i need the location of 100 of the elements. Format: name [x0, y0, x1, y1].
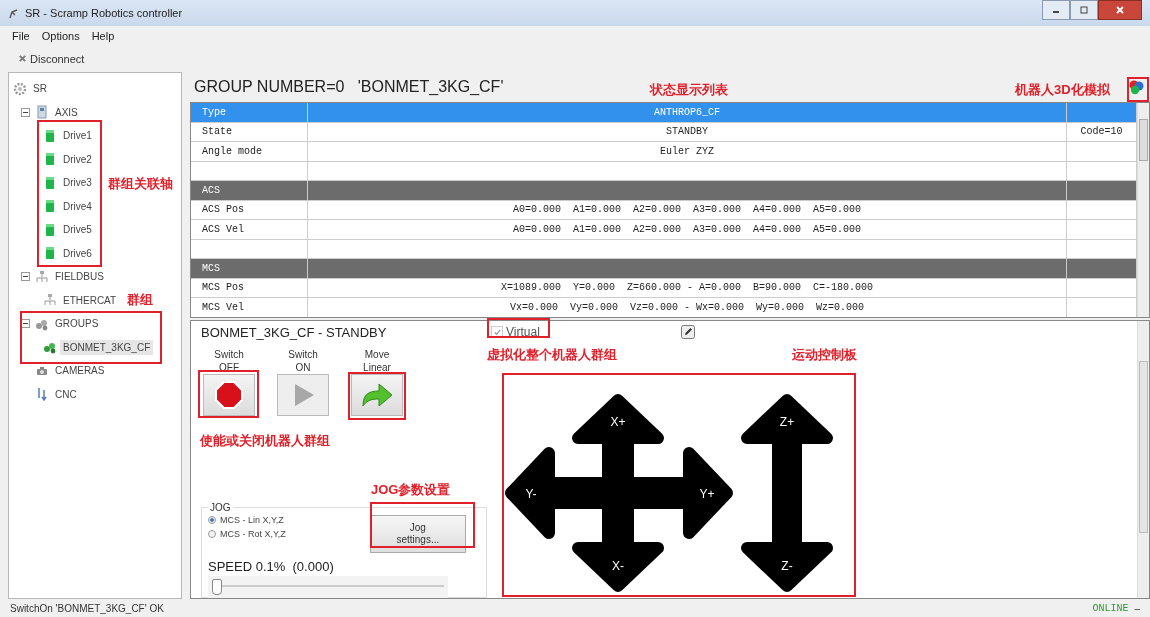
- annotation-label: 使能或关闭机器人群组: [200, 432, 330, 450]
- robot-icon: [43, 340, 57, 355]
- tree-item[interactable]: Drive6: [60, 245, 95, 261]
- menu-item[interactable]: Options: [41, 29, 80, 42]
- table-row[interactable]: MCS: [191, 259, 1137, 279]
- expander-icon[interactable]: [21, 107, 30, 117]
- tree-item[interactable]: Drive1: [60, 128, 95, 144]
- jog-settings-button[interactable]: Jog settings...: [369, 515, 466, 553]
- drive-icon: [43, 222, 57, 237]
- jog-arrow-button[interactable]: Z-: [741, 542, 833, 592]
- row-label: State: [202, 126, 232, 138]
- table-row[interactable]: ACS Vel A0=0.000 A1=0.000 A2=0.000 A3=0.000 A4=0.000 A5=0.000: [191, 220, 1137, 240]
- action-button[interactable]: [351, 374, 403, 416]
- row-value: A0=0.000 A1=0.000 A2=0.000 A3=0.000 A4=0.000 A5=0.000: [512, 204, 862, 216]
- tree-item[interactable]: Drive4: [60, 198, 95, 214]
- table-row[interactable]: State STANDBY Code=10: [191, 122, 1137, 142]
- action-label: Move Linear: [362, 348, 392, 374]
- tree-item[interactable]: Drive3: [60, 175, 95, 191]
- stop-icon: [214, 380, 244, 410]
- highlight-frame: [198, 370, 259, 418]
- maximize-icon: [1079, 5, 1089, 15]
- row-label: Type: [202, 106, 226, 118]
- jog-arrow-button[interactable]: Y+: [683, 447, 733, 539]
- scrollbar[interactable]: [1137, 103, 1149, 317]
- radio-option[interactable]: MCS - Lin X,Y,Z: [208, 515, 286, 525]
- virtual-checkbox[interactable]: Virtual: [491, 325, 544, 339]
- checkmark-icon: [492, 327, 502, 337]
- speed-slider[interactable]: [208, 576, 448, 598]
- row-value: X=1089.000 Y=0.000 Z=660.000 - A=0.000 B=90.000 C=-180.000: [500, 282, 874, 294]
- drive-icon: [43, 175, 57, 190]
- row-code: Code=10: [1080, 126, 1123, 138]
- scrollbar[interactable]: [1137, 321, 1149, 598]
- menu-item[interactable]: File: [12, 29, 30, 42]
- drive-icon: [43, 152, 57, 167]
- row-value: A0=0.000 A1=0.000 A2=0.000 A3=0.000 A4=0.000 A5=0.000: [512, 223, 862, 235]
- row-label: MCS Vel: [202, 301, 244, 313]
- group-legend: JOG: [208, 502, 233, 513]
- drive-icon: [43, 199, 57, 214]
- annotation-label: 群组关联轴: [108, 175, 173, 193]
- table-row[interactable]: Angle mode Euler ZYZ: [191, 142, 1137, 162]
- tree-item[interactable]: AXIS: [52, 104, 81, 120]
- jog-arrow-button[interactable]: Y-: [505, 447, 555, 539]
- row-label: MCS Pos: [202, 282, 244, 294]
- spheres-icon[interactable]: [1128, 79, 1144, 95]
- connection-status: ONLINE: [1092, 602, 1129, 614]
- row-label: Angle mode: [202, 145, 262, 157]
- status-indicator: –: [1134, 602, 1140, 614]
- status-message: SwitchOn 'BONMET_3KG_CF' OK: [10, 602, 164, 614]
- jog-arrow-button[interactable]: Z+: [741, 394, 833, 444]
- cnc-icon: [35, 387, 49, 402]
- annotation-label: 虚拟化整个机器人群组: [487, 346, 617, 364]
- table-row[interactable]: ACS Pos A0=0.000 A1=0.000 A2=0.000 A3=0.000 A4=0.000 A5=0.000: [191, 200, 1137, 220]
- panel-title: BONMET_3KG_CF - STANDBY: [201, 325, 388, 340]
- minimize-button[interactable]: [1042, 0, 1070, 20]
- drive-icon: [43, 246, 57, 261]
- network-icon: [43, 293, 57, 308]
- app-icon: [8, 7, 20, 19]
- row-label: ACS: [202, 184, 220, 196]
- network-icon: [35, 269, 49, 284]
- table-row[interactable]: ACS: [191, 181, 1137, 201]
- annotation-label: 群组: [127, 291, 153, 309]
- disconnect-button[interactable]: Disconnect: [14, 50, 89, 67]
- close-button[interactable]: [1098, 0, 1142, 20]
- table-row[interactable]: MCS Pos X=1089.000 Y=0.000 Z=660.000 - A=0.000 B=90.000 C=-180.000: [191, 278, 1137, 298]
- row-value: STANDBY: [666, 126, 708, 138]
- tree-item[interactable]: Drive2: [60, 151, 95, 167]
- speed-label: SPEED 0.1% (0.000): [208, 559, 335, 574]
- row-label: MCS: [202, 262, 220, 274]
- edit-icon[interactable]: [680, 325, 695, 339]
- highlight-frame: [487, 318, 550, 338]
- row-value: Vx=0.000 Vy=0.000 Vz=0.000 - Wx=0.000 Wy=0.000 Wz=0.000: [509, 301, 865, 313]
- gear-icon: [13, 81, 27, 96]
- expander-icon[interactable]: [21, 319, 30, 329]
- row-value: Euler ZYZ: [660, 145, 714, 157]
- device-icon: [35, 105, 49, 120]
- menu-item[interactable]: Help: [91, 29, 115, 42]
- annotation-label: 状态显示列表: [650, 81, 728, 99]
- highlight-frame: [1127, 77, 1149, 102]
- tree-item[interactable]: CNC: [52, 386, 80, 402]
- window-title: SR - Scramp Robotics controller: [25, 7, 183, 19]
- highlight-frame: [348, 372, 406, 420]
- close-icon: [1115, 5, 1125, 15]
- curved-arrow-icon: [359, 380, 395, 410]
- action-button[interactable]: [203, 374, 255, 416]
- row-label: ACS Pos: [202, 204, 244, 216]
- tree-item[interactable]: SR: [30, 81, 50, 97]
- annotation-label: JOG参数设置: [371, 481, 451, 499]
- jog-arrow-button[interactable]: X+: [572, 394, 664, 444]
- tree-item[interactable]: Drive5: [60, 222, 95, 238]
- jog-arrow-button[interactable]: X-: [572, 542, 664, 592]
- radio-option[interactable]: MCS - Rot X,Y,Z: [208, 529, 286, 539]
- tree-item[interactable]: FIELDBUS: [52, 269, 107, 285]
- tree-item[interactable]: CAMERAS: [52, 363, 108, 379]
- expander-icon[interactable]: [21, 272, 30, 282]
- tree-item[interactable]: GROUPS: [52, 316, 102, 332]
- row-label: ACS Vel: [202, 223, 244, 235]
- tree-item[interactable]: BONMET_3KG_CF: [60, 339, 154, 355]
- tree-item[interactable]: ETHERCAT: [60, 292, 120, 308]
- group-title: GROUP NUMBER=0 'BONMET_3KG_CF': [194, 78, 504, 96]
- annotation-label: 机器人3D化模拟: [1015, 81, 1110, 99]
